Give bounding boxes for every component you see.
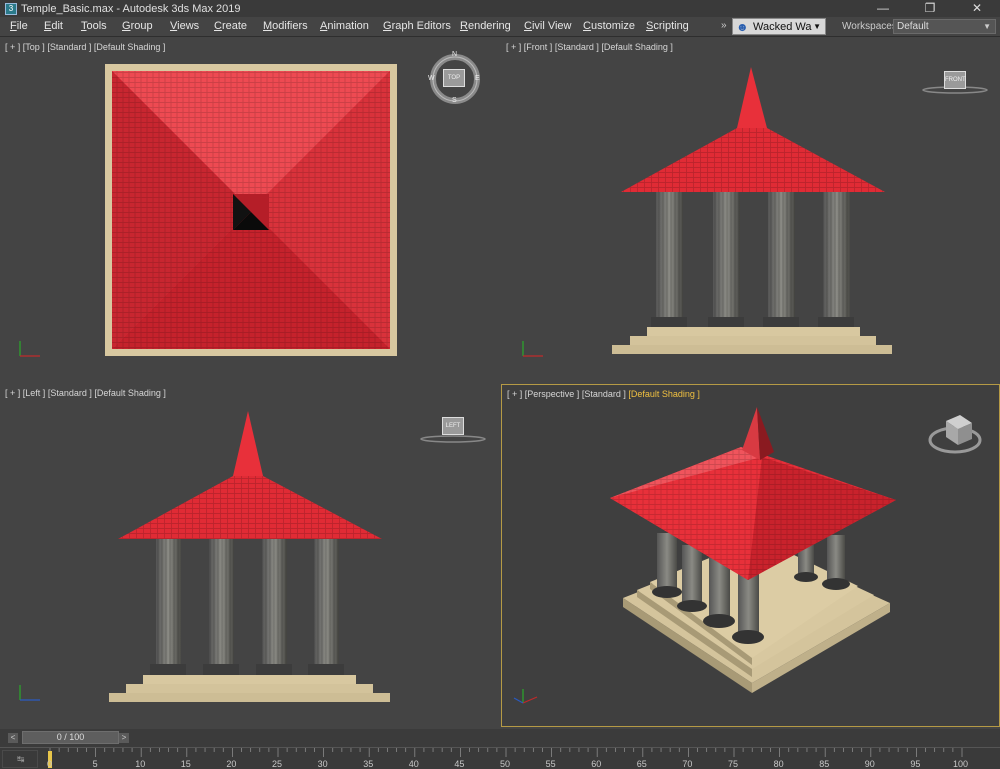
- chevron-down-icon: ▼: [983, 22, 991, 31]
- menu-create[interactable]: Create: [214, 20, 247, 32]
- menu-graph-editors[interactable]: Graph Editors: [383, 20, 451, 32]
- perspective-view-canvas: [513, 407, 982, 704]
- axis-y-gizmo: [513, 697, 524, 704]
- user-account-dropdown[interactable]: ☻ Wacked Wa ▼: [732, 18, 826, 35]
- column: [657, 533, 677, 593]
- prev-frame-button[interactable]: <: [8, 733, 18, 743]
- left-view-canvas: [19, 411, 486, 702]
- workspaces-label: Workspaces:: [842, 21, 900, 32]
- compass-west: W: [428, 75, 435, 82]
- user-name: Wacked Wa: [753, 20, 812, 33]
- app-icon[interactable]: 3: [5, 2, 17, 15]
- menu-animation[interactable]: Animation: [320, 20, 369, 32]
- close-button[interactable]: ✕: [954, 0, 1000, 17]
- ruler-tick-label: 60: [591, 759, 602, 769]
- track-bar[interactable]: ↹ 0 5 10 15 20 25 30 35 40 45 50 55 60 65 70 75 80 85 90 95…: [0, 747, 1000, 769]
- viewport-perspective[interactable]: [ + ] [Perspective ] [Standard ] [Defaul…: [501, 384, 1000, 727]
- axis-x-gizmo: [522, 696, 538, 704]
- ruler-tick-label: 95: [910, 759, 921, 769]
- menu-scripting[interactable]: Scripting: [646, 20, 689, 32]
- ruler-tick-label: 20: [226, 759, 237, 769]
- menu-rendering[interactable]: Rendering: [460, 20, 511, 32]
- ruler-tick-label: 70: [682, 759, 693, 769]
- base-step: [109, 693, 390, 702]
- ruler-tick-label: 55: [545, 759, 556, 769]
- base-step: [126, 684, 373, 693]
- menu-customize[interactable]: Customize: [583, 20, 635, 32]
- ruler-tick-label: 15: [180, 759, 191, 769]
- ruler-tick-label: 10: [135, 759, 146, 769]
- base-step: [630, 336, 876, 345]
- user-icon: ☻: [736, 19, 749, 34]
- ruler-tick-label: 50: [500, 759, 511, 769]
- menu-file[interactable]: File: [10, 20, 28, 32]
- window-title: Temple_Basic.max - Autodesk 3ds Max 2019: [21, 2, 241, 15]
- viewcube-left[interactable]: LEFT: [442, 417, 464, 435]
- spire: [233, 411, 263, 476]
- ruler-tick-label: 100: [953, 759, 969, 769]
- column: [682, 545, 702, 607]
- menu-civil-view[interactable]: Civil View: [524, 20, 571, 32]
- viewcube-ring: [420, 435, 486, 443]
- ruler-tick-label: 90: [864, 759, 875, 769]
- viewport-front[interactable]: [ + ] [Front ] [Standard ] [Default Shad…: [501, 38, 1000, 381]
- menu-bar: File Edit Tools Group Views Create Modif…: [0, 17, 1000, 37]
- workspace-dropdown[interactable]: Default ▼: [893, 19, 996, 34]
- compass-south: S: [452, 97, 457, 104]
- viewcube-top[interactable]: TOP: [443, 69, 465, 87]
- base-step: [647, 327, 860, 336]
- next-frame-button[interactable]: >: [119, 733, 129, 743]
- ruler-tick-label: 45: [454, 759, 465, 769]
- menu-views[interactable]: Views: [170, 20, 199, 32]
- ruler-tick-label: 25: [272, 759, 283, 769]
- minimize-button[interactable]: —: [860, 0, 906, 17]
- menu-modifiers[interactable]: Modifiers: [263, 20, 308, 32]
- ruler-tick-label: 5: [92, 759, 98, 769]
- ruler-tick-label: 75: [728, 759, 739, 769]
- menu-tools[interactable]: Tools: [81, 20, 107, 32]
- spire: [737, 67, 767, 128]
- top-view-canvas: [19, 64, 397, 357]
- ruler-tick-label: 40: [408, 759, 419, 769]
- column: [827, 535, 845, 585]
- ruler-tick-label: 65: [636, 759, 647, 769]
- viewcube-front[interactable]: FRONT: [944, 71, 966, 89]
- ruler-tick-label: 30: [317, 759, 328, 769]
- workspace-value: Default: [897, 21, 929, 32]
- front-view-canvas: [522, 67, 988, 357]
- chevron-down-icon: ▼: [813, 22, 821, 31]
- ruler-tick-label: 85: [819, 759, 830, 769]
- viewport-left[interactable]: [ + ] [Left ] [Standard ] [Default Shadi…: [0, 384, 498, 727]
- maximize-button[interactable]: ❐: [907, 0, 953, 17]
- more-menus-icon[interactable]: »: [721, 20, 727, 31]
- menu-edit[interactable]: Edit: [44, 20, 63, 32]
- time-slider-handle[interactable]: 0 / 100: [22, 731, 119, 744]
- ruler-tick-label: 35: [363, 759, 374, 769]
- ruler-tick-label: 0: [47, 759, 53, 769]
- menu-group[interactable]: Group: [122, 20, 153, 32]
- ruler-tick-label: 80: [773, 759, 784, 769]
- compass-north: N: [452, 51, 458, 58]
- time-slider[interactable]: < 0 / 100 >: [0, 729, 1000, 747]
- title-bar: 3 Temple_Basic.max - Autodesk 3ds Max 20…: [0, 0, 1000, 17]
- viewport-top[interactable]: [ + ] [Top ] [Standard ] [Default Shadin…: [0, 38, 498, 381]
- compass-navigator[interactable]: N S E W TOP: [428, 50, 482, 104]
- compass-east: E: [475, 75, 480, 82]
- base-step: [612, 345, 892, 354]
- base-step: [143, 675, 356, 684]
